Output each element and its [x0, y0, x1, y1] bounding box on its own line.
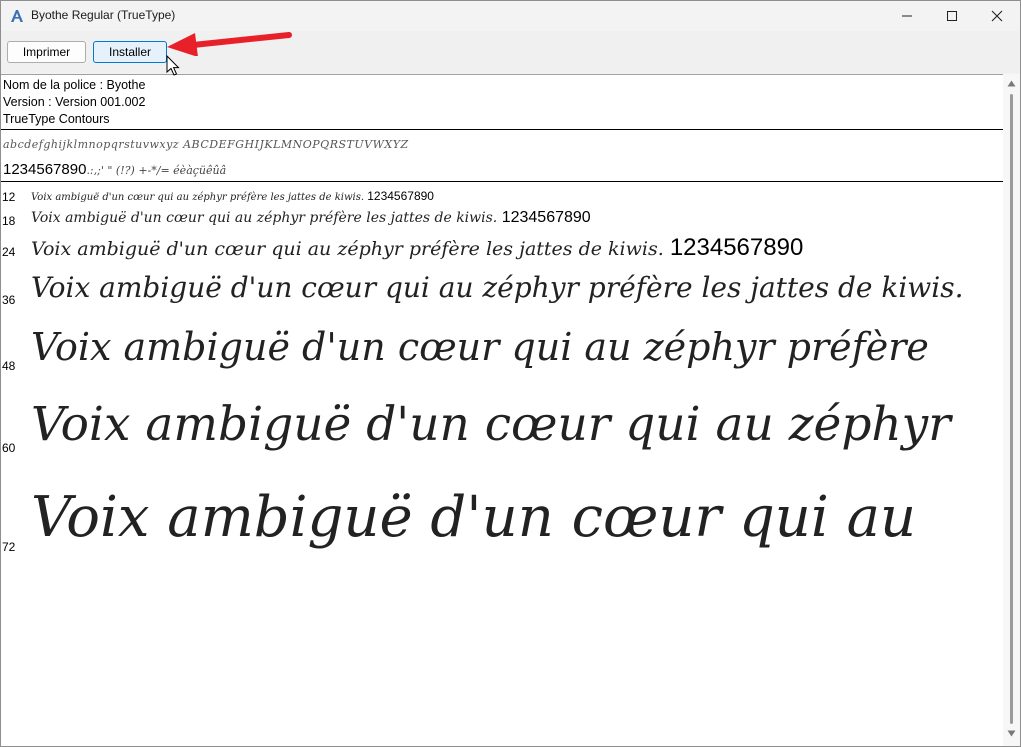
divider	[1, 129, 1003, 130]
font-type-line: TrueType Contours	[3, 112, 110, 126]
size-label: 12	[2, 190, 16, 204]
sample-text: Voix ambiguë d'un cœur qui au zéphyr pré…	[31, 209, 591, 226]
mouse-cursor-icon	[166, 55, 180, 76]
sample-row: 60 Voix ambiguë d'un cœur qui au zéphyr	[1, 395, 1003, 475]
sample-row: 72 Voix ambiguë d'un cœur qui au	[1, 483, 1003, 563]
sample-text: Voix ambiguë d'un cœur qui au zéphyr pré…	[31, 271, 964, 304]
sample-text: Voix ambiguë d'un cœur qui au zéphyr pré…	[31, 325, 929, 369]
install-button[interactable]: Installer	[93, 41, 167, 63]
maximize-button[interactable]	[929, 1, 975, 31]
size-label: 72	[2, 540, 16, 554]
size-label: 24	[2, 245, 16, 259]
digits-sample: 1234567890	[3, 161, 87, 178]
window-title: Byothe Regular (TrueType)	[31, 8, 176, 22]
scroll-down-icon[interactable]	[1007, 730, 1016, 737]
size-label: 60	[2, 441, 16, 455]
size-label: 48	[2, 359, 16, 373]
size-label: 36	[2, 293, 16, 307]
sample-text: Voix ambiguë d'un cœur qui au zéphyr pré…	[31, 189, 434, 203]
title-bar[interactable]: Byothe Regular (TrueType)	[1, 1, 1020, 31]
sample-text: Voix ambiguë d'un cœur qui au zéphyr	[31, 397, 951, 452]
scrollbar-thumb[interactable]	[1010, 94, 1013, 724]
toolbar: Imprimer Installer	[1, 31, 1020, 73]
font-viewer-window: Byothe Regular (TrueType) Imprimer Insta…	[0, 0, 1021, 747]
minimize-button[interactable]	[884, 1, 930, 31]
close-button[interactable]	[974, 1, 1020, 31]
font-name-line: Nom de la police : Byothe	[3, 78, 146, 92]
font-preview-area[interactable]: Nom de la police : Byothe Version : Vers…	[1, 74, 1003, 746]
divider	[1, 181, 1003, 182]
alphabet-sample: abcdefghijklmnopqrstuvwxyz ABCDEFGHIJKLM…	[3, 138, 409, 151]
maximize-icon	[947, 11, 957, 21]
red-arrow-icon	[167, 32, 292, 56]
scroll-up-icon[interactable]	[1007, 80, 1016, 87]
sample-row: 48 Voix ambiguë d'un cœur qui au zéphyr …	[1, 323, 1003, 403]
font-viewer-icon	[11, 10, 23, 22]
symbols-sample: .:,;' " (!?) +-*/= éèàçüêûâ	[86, 164, 227, 177]
font-info: Nom de la police : Byothe Version : Vers…	[3, 77, 145, 128]
sample-text: Voix ambiguë d'un cœur qui au zéphyr pré…	[31, 234, 804, 261]
size-label: 18	[2, 214, 16, 228]
print-button[interactable]: Imprimer	[7, 41, 86, 63]
font-version-line: Version : Version 001.002	[3, 95, 146, 109]
sample-text: Voix ambiguë d'un cœur qui au	[31, 485, 917, 550]
minimize-icon	[902, 15, 912, 17]
vertical-scrollbar[interactable]	[1003, 74, 1020, 746]
close-icon	[991, 10, 1003, 22]
digits-symbols-sample: 1234567890.:,;' " (!?) +-*/= éèàçüêûâ	[3, 159, 226, 178]
